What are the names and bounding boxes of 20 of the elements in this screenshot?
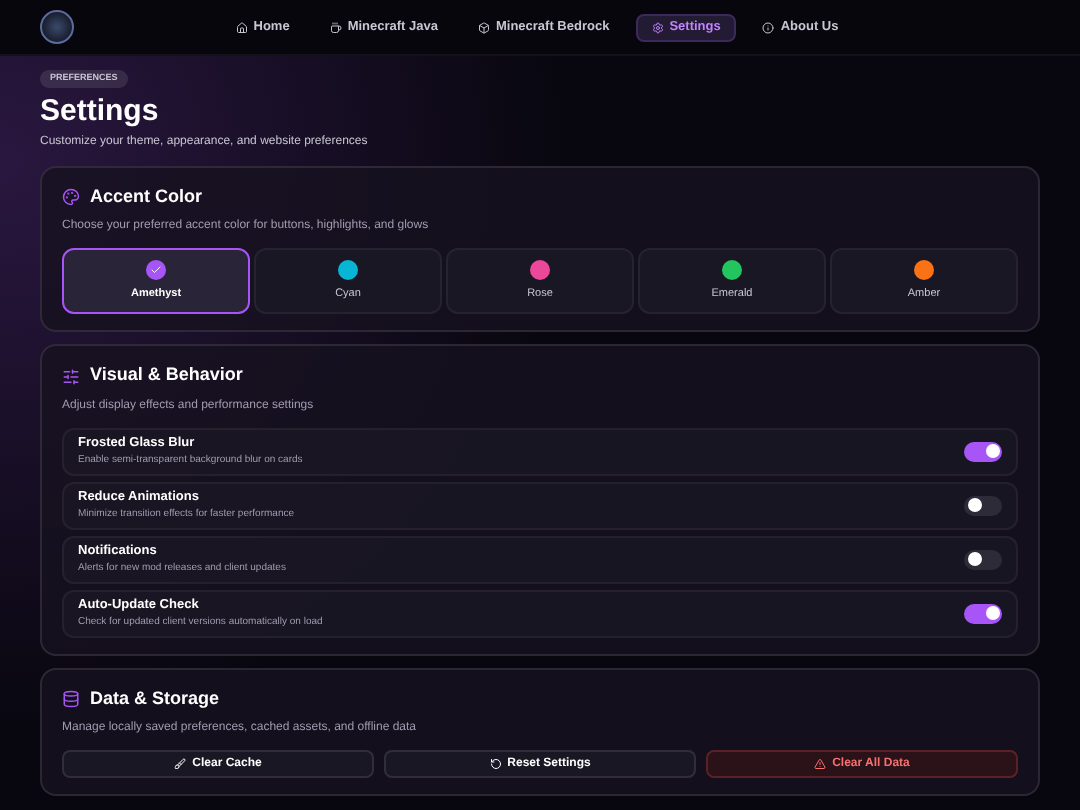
- logo-icon[interactable]: [40, 10, 74, 44]
- cube-icon: [477, 21, 490, 33]
- brush-icon: [174, 758, 187, 771]
- toggle-switch[interactable]: [964, 603, 1002, 624]
- toggle-switch[interactable]: [964, 549, 1002, 570]
- cup-icon: [329, 21, 342, 33]
- warning-icon: [814, 758, 827, 771]
- card-title: Visual & Behavior: [90, 362, 243, 389]
- reset-icon: [489, 758, 502, 771]
- sliders-icon: [62, 367, 80, 385]
- card-title: Data & Storage: [90, 685, 220, 712]
- database-icon: [62, 690, 80, 708]
- page-title: Settings: [40, 91, 161, 130]
- palette-icon: [62, 188, 80, 206]
- toggle-switch[interactable]: [964, 495, 1002, 516]
- settings-icon: [651, 21, 664, 33]
- home-icon: [235, 21, 248, 33]
- info-icon: [762, 21, 775, 33]
- card-title: Accent Color: [90, 183, 203, 210]
- toggle-switch[interactable]: [964, 441, 1002, 462]
